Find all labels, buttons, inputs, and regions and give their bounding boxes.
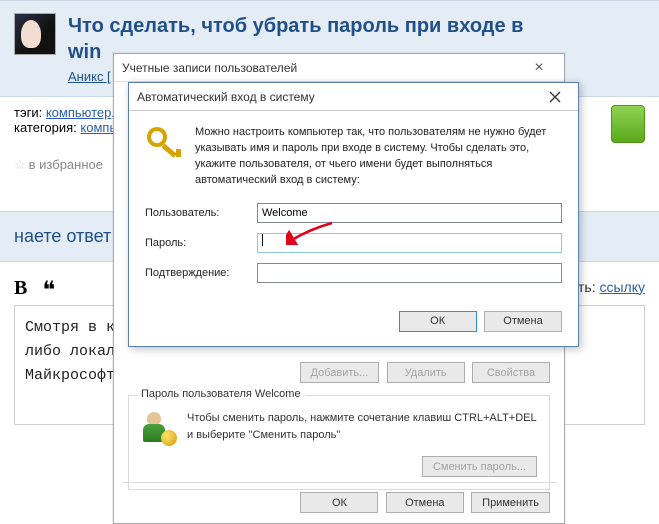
user-key-icon xyxy=(141,410,177,446)
auto-logon-buttons: ОК Отмена xyxy=(129,307,578,346)
user-accounts-titlebar[interactable]: Учетные записи пользователей × xyxy=(114,54,564,82)
cancel-button[interactable]: Отмена xyxy=(386,492,464,513)
username-label: Пользователь: xyxy=(145,207,257,219)
keys-icon xyxy=(145,125,183,163)
auto-logon-title: Автоматический вход в систему xyxy=(137,90,315,104)
password-hint-text: Чтобы сменить пароль, нажмите сочетание … xyxy=(187,410,537,446)
password-group-label: Пароль пользователя Welcome xyxy=(137,388,305,400)
like-button[interactable] xyxy=(611,105,645,143)
add-user-button[interactable]: Добавить... xyxy=(300,362,380,383)
user-accounts-dialog-buttons: ОК Отмена Применить xyxy=(296,492,550,513)
close-icon[interactable]: × xyxy=(522,60,556,76)
quote-button[interactable]: ❝ xyxy=(42,278,55,304)
star-icon: ☆ xyxy=(14,157,26,172)
add-link-link[interactable]: ссылку xyxy=(599,279,645,295)
user-accounts-title: Учетные записи пользователей xyxy=(122,61,297,75)
cancel-button[interactable]: Отмена xyxy=(484,311,562,332)
user-list-buttons: Добавить... Удалить Свойства xyxy=(128,362,550,383)
change-password-button[interactable]: Сменить пароль... xyxy=(422,456,537,477)
password-label: Пароль: xyxy=(145,237,257,249)
tags-label: тэги: xyxy=(14,105,46,120)
avatar[interactable] xyxy=(14,13,56,55)
author-link[interactable]: Аникс [ xyxy=(68,69,111,84)
auto-logon-info-text: Можно настроить компьютер так, что польз… xyxy=(195,125,562,189)
category-label: категория: xyxy=(14,120,80,135)
properties-button[interactable]: Свойства xyxy=(472,362,550,383)
tag-link[interactable]: компьютер xyxy=(46,105,112,120)
delete-user-button[interactable]: Удалить xyxy=(387,362,465,383)
password-groupbox: Пароль пользователя Welcome Чтобы сменит… xyxy=(128,395,550,490)
ok-button[interactable]: ОК xyxy=(399,311,477,332)
category-link[interactable]: компь xyxy=(80,120,116,135)
password-input[interactable] xyxy=(257,233,562,253)
apply-button[interactable]: Применить xyxy=(471,492,550,513)
username-input[interactable] xyxy=(257,203,562,223)
auto-logon-titlebar[interactable]: Автоматический вход в систему xyxy=(129,83,578,111)
auto-logon-dialog: Автоматический вход в систему Можно наст… xyxy=(128,82,579,347)
ok-button[interactable]: ОК xyxy=(300,492,378,513)
close-icon[interactable] xyxy=(540,87,570,107)
confirm-password-input[interactable] xyxy=(257,263,562,283)
confirm-label: Подтверждение: xyxy=(145,267,257,279)
bold-button[interactable]: B xyxy=(14,277,27,299)
